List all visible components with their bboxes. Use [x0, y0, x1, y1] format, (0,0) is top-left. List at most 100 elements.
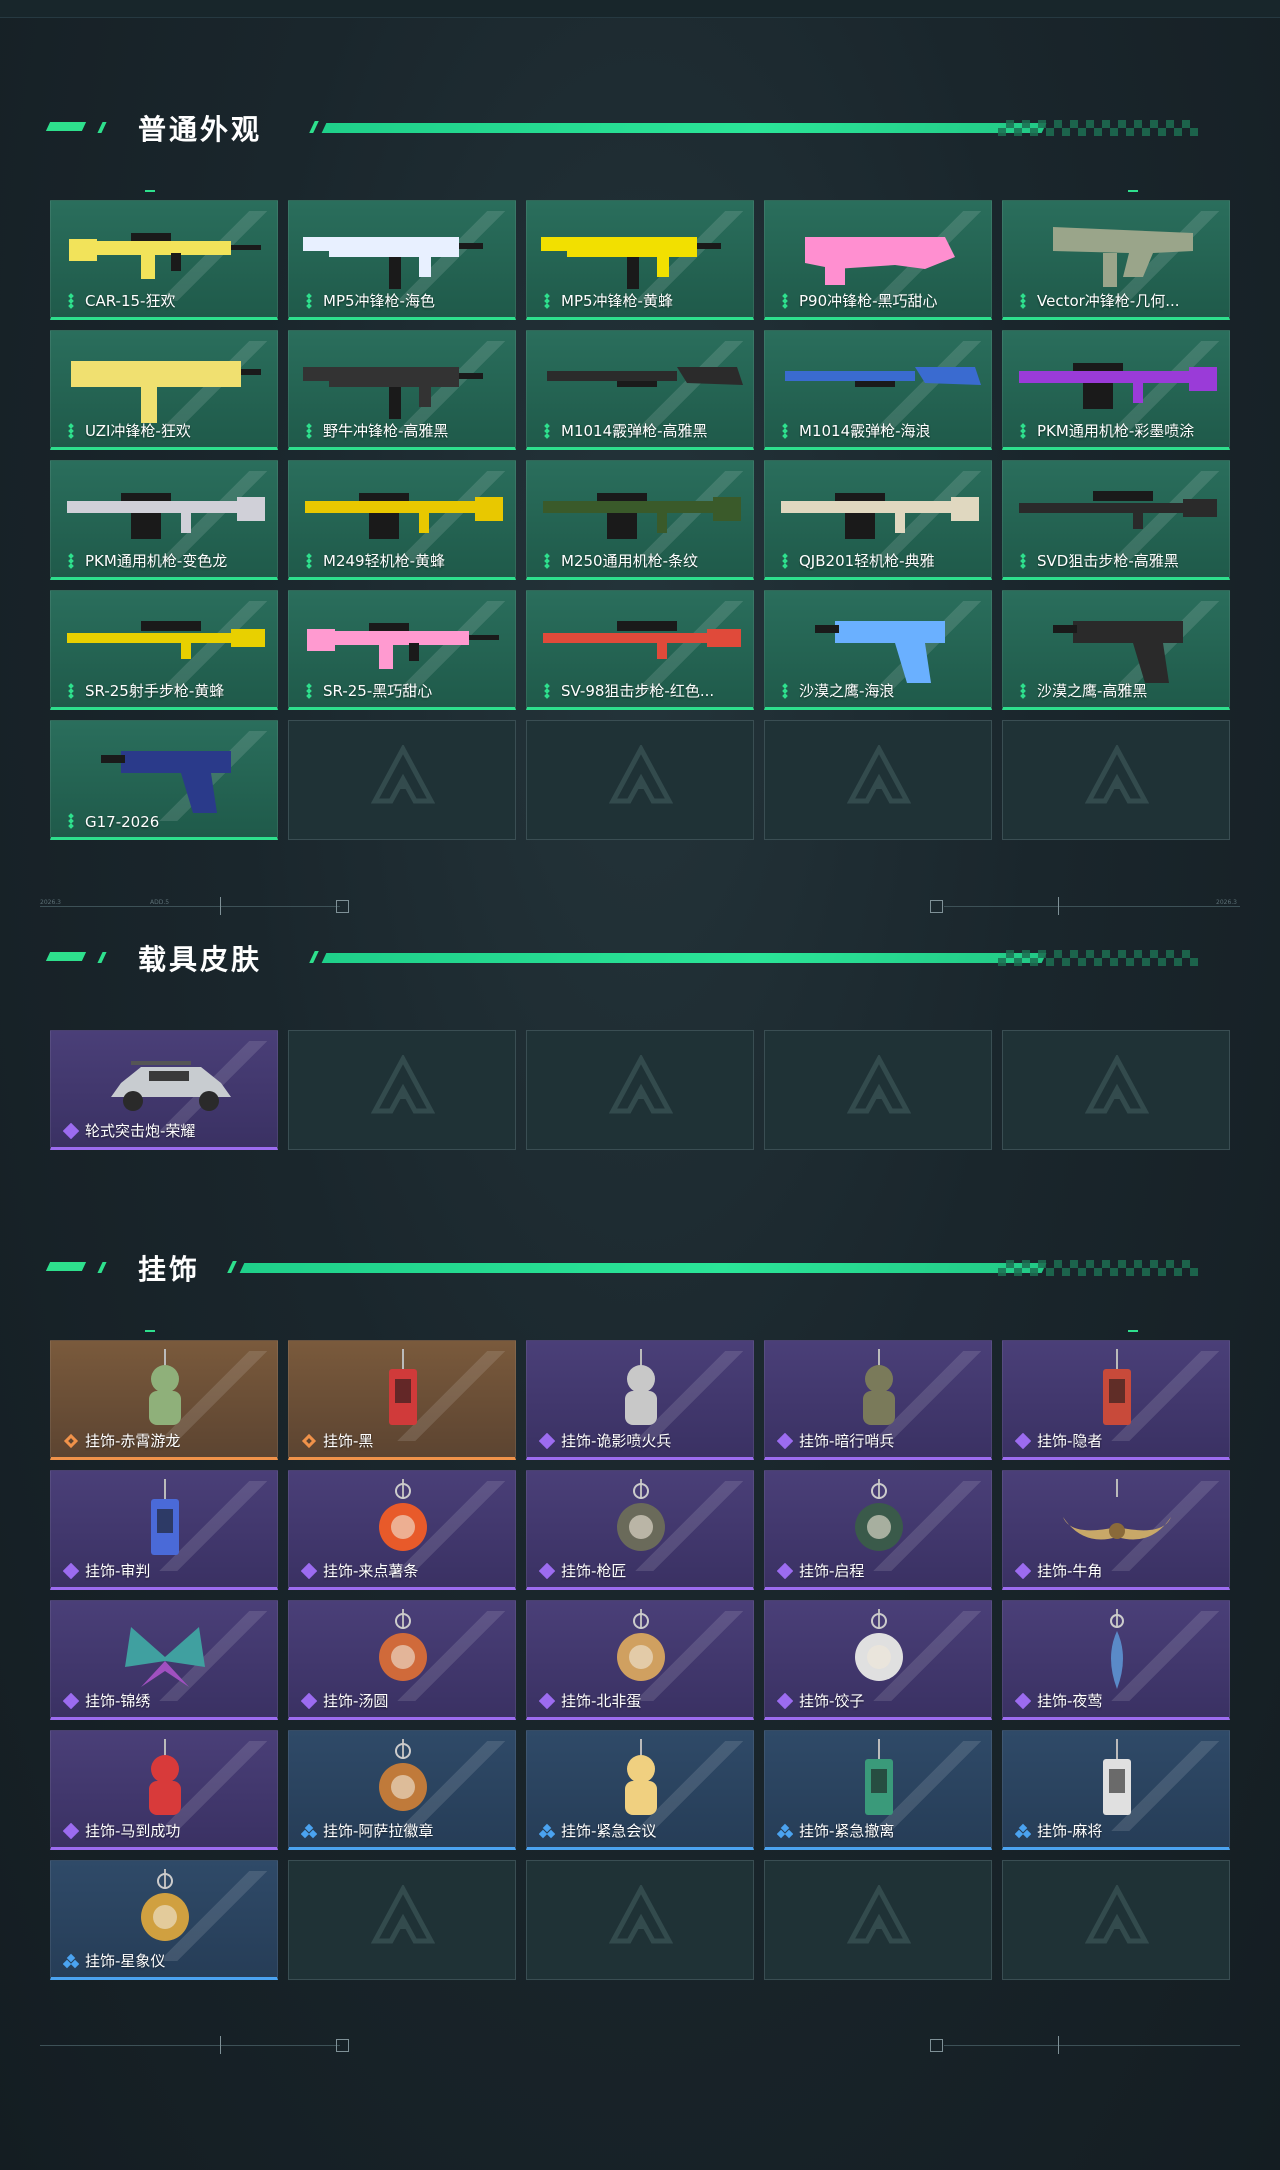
deco-line	[944, 2045, 1240, 2046]
charm-card[interactable]: 挂饰-汤圆	[288, 1600, 516, 1720]
weapon-skin-card[interactable]: QJB201轻机枪-典雅	[764, 460, 992, 580]
rarity-purple-icon	[62, 1692, 80, 1710]
rarity-purple-icon	[538, 1692, 556, 1710]
item-name: 挂饰-星象仪	[85, 1952, 166, 1970]
rarity-blue-icon	[1014, 1823, 1032, 1839]
rarity-green-icon	[1015, 293, 1031, 309]
empty-slot	[1002, 1030, 1230, 1150]
deco-line	[944, 906, 1240, 907]
header-dash	[45, 122, 87, 131]
weapon-skin-card[interactable]: SR-25-黑巧甜心	[288, 590, 516, 710]
weapon-skin-card[interactable]: 沙漠之鹰-海浪	[764, 590, 992, 710]
charm-ring-icon	[299, 1737, 507, 1823]
charm-card[interactable]: 挂饰-锦绣	[50, 1600, 278, 1720]
mg-icon	[299, 467, 507, 553]
charm-card[interactable]: 挂饰-紧急撤离	[764, 1730, 992, 1850]
placeholder-logo-icon	[370, 743, 436, 809]
rarity-purple-icon	[62, 1122, 80, 1140]
item-name: 沙漠之鹰-高雅黑	[1037, 682, 1148, 700]
item-name: UZI冲锋枪-狂欢	[85, 422, 191, 440]
charm-horns-icon	[1013, 1477, 1221, 1563]
weapon-skin-card[interactable]: PKM通用机枪-彩墨喷涂	[1002, 330, 1230, 450]
charm-card[interactable]: 挂饰-来点薯条	[288, 1470, 516, 1590]
charm-card[interactable]: 挂饰-饺子	[764, 1600, 992, 1720]
rarity-purple-icon	[1014, 1432, 1032, 1450]
charm-card[interactable]: 挂饰-阿萨拉徽章	[288, 1730, 516, 1850]
item-name: 挂饰-枪匠	[561, 1562, 627, 1580]
charm-card[interactable]: 挂饰-赤霄游龙	[50, 1340, 278, 1460]
charm-ring-icon	[61, 1867, 269, 1953]
header-checker	[998, 120, 1198, 136]
weapon-skin-card[interactable]: M1014霰弹枪-海浪	[764, 330, 992, 450]
weapon-skin-card[interactable]: CAR-15-狂欢	[50, 200, 278, 320]
weapon-skin-card[interactable]: M249轻机枪-黄蜂	[288, 460, 516, 580]
shotgun-icon	[537, 337, 745, 423]
charm-tag-icon	[1013, 1737, 1221, 1823]
section-header: 挂饰	[45, 1246, 1198, 1286]
placeholder-logo-icon	[846, 1053, 912, 1119]
charm-card[interactable]: 挂饰-北非蛋	[526, 1600, 754, 1720]
header-dash	[97, 1262, 107, 1273]
weapon-skin-card[interactable]: 野牛冲锋枪-高雅黑	[288, 330, 516, 450]
item-name: SV-98狙击步枪-红色...	[561, 682, 715, 700]
item-name: 挂饰-审判	[85, 1562, 151, 1580]
mg-icon	[61, 467, 269, 553]
charm-card[interactable]: 挂饰-星象仪	[50, 1860, 278, 1980]
charm-card[interactable]: 挂饰-隐者	[1002, 1340, 1230, 1460]
charm-card[interactable]: 挂饰-黑	[288, 1340, 516, 1460]
vehicle-skin-card[interactable]: 轮式突击炮-荣耀	[50, 1030, 278, 1150]
empty-slot	[1002, 1860, 1230, 1980]
charm-card[interactable]: 挂饰-诡影喷火兵	[526, 1340, 754, 1460]
weapon-skin-card[interactable]: UZI冲锋枪-狂欢	[50, 330, 278, 450]
rarity-purple-icon	[776, 1562, 794, 1580]
charm-card[interactable]: 挂饰-暗行哨兵	[764, 1340, 992, 1460]
item-name: M1014霰弹枪-高雅黑	[561, 422, 708, 440]
weapon-skin-card[interactable]: SV-98狙击步枪-红色...	[526, 590, 754, 710]
weapon-skin-card[interactable]: SR-25射手步枪-黄蜂	[50, 590, 278, 710]
rarity-green-icon	[63, 813, 79, 829]
corner-mark	[145, 190, 155, 192]
charm-card[interactable]: 挂饰-牛角	[1002, 1470, 1230, 1590]
rarity-purple-icon	[776, 1692, 794, 1710]
charm-card[interactable]: 挂饰-马到成功	[50, 1730, 278, 1850]
item-name: M249轻机枪-黄蜂	[323, 552, 445, 570]
charm-card[interactable]: 挂饰-启程	[764, 1470, 992, 1590]
weapon-skin-card[interactable]: MP5冲锋枪-黄蜂	[526, 200, 754, 320]
weapon-skin-card[interactable]: P90冲锋枪-黑巧甜心	[764, 200, 992, 320]
charm-card[interactable]: 挂饰-夜莺	[1002, 1600, 1230, 1720]
sniper-icon	[537, 597, 745, 683]
deco-line	[40, 2045, 340, 2046]
weapon-skin-card[interactable]: G17-2026	[50, 720, 278, 840]
smg-icon	[299, 337, 507, 423]
placeholder-logo-icon	[608, 1053, 674, 1119]
sniper-icon	[1013, 467, 1221, 553]
placeholder-logo-icon	[1084, 1883, 1150, 1949]
section-header: 普通外观	[45, 106, 1198, 146]
charm-butterfly-icon	[61, 1607, 269, 1693]
header-tick	[309, 121, 319, 133]
item-name: 挂饰-暗行哨兵	[799, 1432, 895, 1450]
weapon-skin-card[interactable]: MP5冲锋枪-海色	[288, 200, 516, 320]
corner-mark	[1128, 190, 1138, 192]
weapon-skin-card[interactable]: 沙漠之鹰-高雅黑	[1002, 590, 1230, 710]
weapon-skin-card[interactable]: SVD狙击步枪-高雅黑	[1002, 460, 1230, 580]
charm-card[interactable]: 挂饰-枪匠	[526, 1470, 754, 1590]
item-name: 挂饰-锦绣	[85, 1692, 151, 1710]
charm-card[interactable]: 挂饰-麻将	[1002, 1730, 1230, 1850]
section-title: 普通外观	[138, 113, 263, 146]
weapon-skin-card[interactable]: M250通用机枪-条纹	[526, 460, 754, 580]
charm-tag-icon	[775, 1737, 983, 1823]
charm-ring-icon	[299, 1607, 507, 1693]
rarity-green-icon	[539, 553, 555, 569]
charm-card[interactable]: 挂饰-审判	[50, 1470, 278, 1590]
section-header: 载具皮肤	[45, 936, 1198, 976]
empty-slot	[288, 1030, 516, 1150]
weapon-skin-card[interactable]: PKM通用机枪-变色龙	[50, 460, 278, 580]
charm-figure-icon	[775, 1347, 983, 1433]
rarity-purple-icon	[1014, 1692, 1032, 1710]
weapon-skin-card[interactable]: Vector冲锋枪-几何...	[1002, 200, 1230, 320]
weapon-skin-card[interactable]: M1014霰弹枪-高雅黑	[526, 330, 754, 450]
empty-slot	[1002, 720, 1230, 840]
empty-slot	[288, 720, 516, 840]
charm-card[interactable]: 挂饰-紧急会议	[526, 1730, 754, 1850]
